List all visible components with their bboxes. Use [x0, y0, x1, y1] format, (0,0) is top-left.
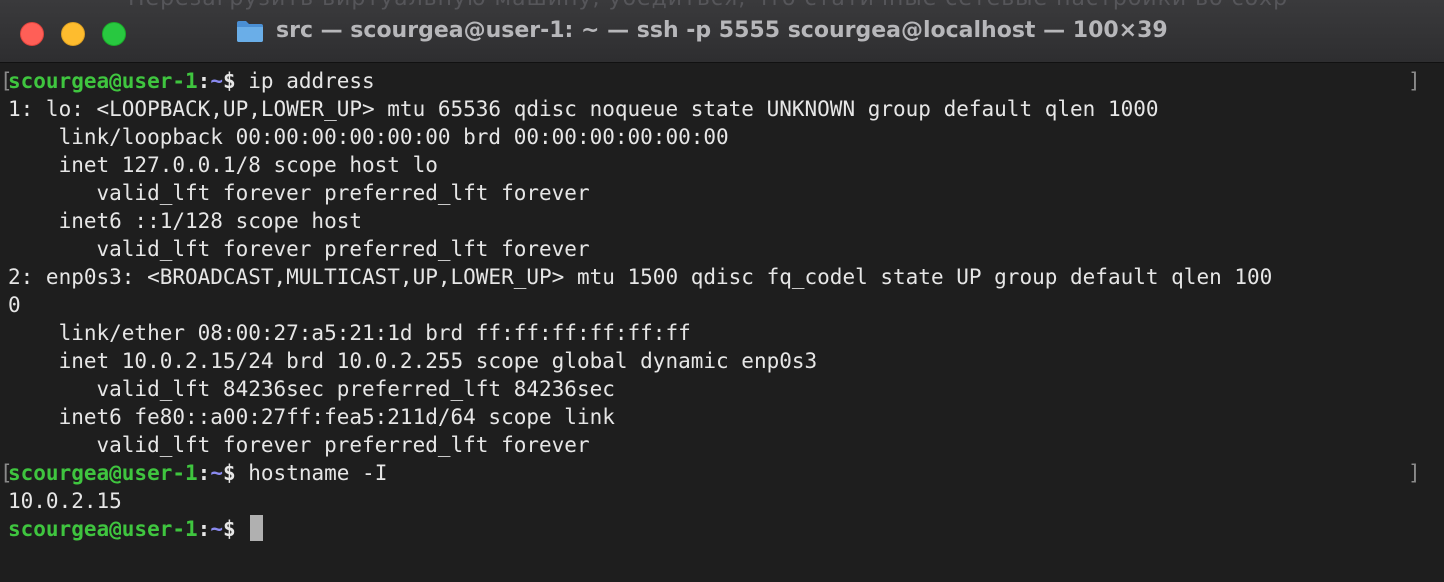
output-line: 0 [8, 293, 21, 317]
prompt-user-host: scourgea@user-1 [8, 461, 198, 485]
window-title-text: src — scourgea@user-1: ~ — ssh -p 5555 s… [276, 18, 1168, 43]
prompt-user-host: scourgea@user-1 [8, 69, 198, 93]
prompt-symbol: $ [222, 517, 249, 541]
output-line: inet 127.0.0.1/8 scope host lo [8, 153, 438, 177]
window-title: src — scourgea@user-1: ~ — ssh -p 5555 s… [236, 18, 1168, 43]
prompt-line: [scourgea@user-1:~$ ip address] [0, 67, 1444, 95]
folder-icon [237, 20, 263, 42]
close-button[interactable] [20, 22, 44, 46]
output-line: valid_lft forever preferred_lft forever [8, 181, 590, 205]
background-window-text: Перезагрузить виртуальную машину, убедит… [128, 0, 1288, 11]
terminal-window: Перезагрузить виртуальную машину, убедит… [0, 0, 1444, 582]
prompt-line: [scourgea@user-1:~$ hostname -I] [0, 459, 1444, 487]
mark-right: ] [1408, 461, 1421, 485]
prompt-dir: ~ [210, 461, 223, 485]
prompt-dir: ~ [210, 517, 223, 541]
output-line: 1: lo: <LOOPBACK,UP,LOWER_UP> mtu 65536 … [8, 97, 1159, 121]
text-cursor [250, 515, 264, 541]
minimize-button[interactable] [61, 22, 85, 46]
prompt-symbol: $ [222, 69, 249, 93]
prompt-symbol: $ [222, 461, 249, 485]
mark-left: [ [0, 461, 13, 485]
prompt-user-host: scourgea@user-1 [8, 517, 198, 541]
mark-left: [ [0, 69, 13, 93]
output-line: link/loopback 00:00:00:00:00:00 brd 00:0… [8, 125, 729, 149]
window-controls [20, 22, 126, 46]
prompt-colon: : [197, 69, 211, 93]
output-line: valid_lft 84236sec preferred_lft 84236se… [8, 377, 615, 401]
mark-right: ] [1408, 69, 1421, 93]
output-line: 2: enp0s3: <BROADCAST,MULTICAST,UP,LOWER… [8, 265, 1273, 289]
output-line: inet6 ::1/128 scope host [8, 209, 363, 233]
output-line: valid_lft forever preferred_lft forever [8, 433, 590, 457]
prompt-colon: : [197, 461, 211, 485]
prompt-colon: : [197, 517, 211, 541]
output-line: inet6 fe80::a00:27ff:fea5:211d/64 scope … [8, 405, 615, 429]
prompt-dir: ~ [210, 69, 223, 93]
active-prompt-line[interactable]: scourgea@user-1:~$ [0, 515, 1444, 543]
command-text: hostname -I [248, 461, 388, 485]
title-bar[interactable]: Перезагрузить виртуальную машину, убедит… [0, 0, 1444, 63]
output-line: inet 10.0.2.15/24 brd 10.0.2.255 scope g… [8, 349, 818, 373]
output-line: valid_lft forever preferred_lft forever [8, 237, 590, 261]
terminal-content[interactable]: [scourgea@user-1:~$ ip address] 1: lo: <… [0, 63, 1444, 582]
maximize-button[interactable] [102, 22, 126, 46]
output-line: link/ether 08:00:27:a5:21:1d brd ff:ff:f… [8, 321, 691, 345]
command-text: ip address [248, 69, 375, 93]
output-line: 10.0.2.15 [8, 489, 122, 513]
